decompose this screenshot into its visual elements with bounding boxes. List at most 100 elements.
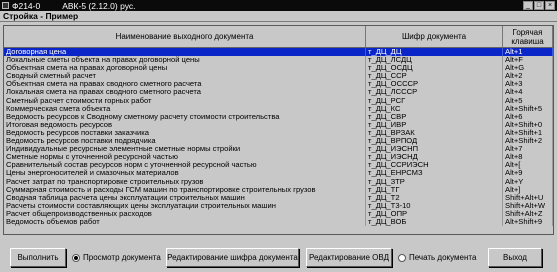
document-name-cell: Расчет затрат по транспортировке строите… [4, 177, 366, 186]
document-code-cell: т_ДЦ_РСГ [366, 96, 503, 105]
document-name-cell: Ведомость ресурсов поставки заказчика [4, 128, 366, 138]
document-name-cell: Локальная смета на правах сводного сметн… [4, 88, 366, 97]
close-icon[interactable]: × [545, 1, 555, 10]
document-code-cell: т_ДЦ_ВРЗАК [366, 128, 503, 138]
table-row[interactable]: Ведомость ресурсов поставки подрядчика т_… [4, 137, 553, 146]
document-name-cell: Цены энергоносителей и смазочных материа… [4, 169, 366, 178]
table-row[interactable]: Объектная смета на правах договорной цен… [4, 64, 553, 73]
hotkey-cell: Alt+4 [503, 88, 553, 97]
table-row[interactable]: Ведомость ресурсов поставки заказчика т_Д… [4, 128, 553, 138]
hotkey-cell: Alt+Shift+5 [503, 104, 553, 113]
maximize-icon[interactable]: □ [534, 1, 544, 10]
radio-checked-icon [72, 253, 80, 262]
hotkey-cell: Alt+Shift+2 [503, 137, 553, 146]
hotkey-cell: Alt+8 [503, 153, 553, 162]
table-row[interactable]: Коммерческая смета объекта т_ДЦ_КС Alt+Shi… [4, 104, 553, 113]
table-row[interactable]: Итоговая ведомость ресурсов т_ДЦ_ИВР Alt+S… [4, 120, 553, 129]
document-code-cell: т_ДЦ_ССРИЭСН [366, 161, 503, 170]
window-menu-icon[interactable] [2, 2, 9, 9]
print-document-radio[interactable]: Печать документа [398, 248, 476, 267]
hotkey-cell: Alt+9 [503, 169, 553, 178]
action-bar: Выполнить Просмотр документа Редактирова… [0, 244, 557, 270]
table-header: Наименование выходного документа Шифр до… [4, 26, 553, 48]
hotkey-cell: Alt+G [503, 64, 553, 73]
table-row[interactable]: Сводный сметный расчет т_ДЦ_ССР Alt+2 [4, 72, 553, 81]
table-row[interactable]: Индивидуальные ресурсные элементные смет… [4, 145, 553, 154]
document-code-cell: т_ДЦ_СВР [366, 112, 503, 121]
hotkey-cell: Alt+Shift+9 [503, 217, 553, 227]
hotkey-cell: Alt+1 [503, 48, 553, 57]
table-row[interactable]: Расчет общепроизводственных расходов т_ДЦ… [4, 209, 553, 218]
document-code-cell: т_ДЦ_ОПР [366, 209, 503, 218]
table-row[interactable]: Цены энергоносителей и смазочных материа… [4, 169, 553, 178]
document-name-cell: Сметный расчет стоимости горных работ [4, 96, 366, 105]
document-name-cell: Сводная таблица расчета цены эксплуатаци… [4, 193, 366, 202]
hotkey-cell: Shift+Alt+W [503, 201, 553, 210]
app-code: Ф214-0 [12, 0, 41, 11]
exit-button[interactable]: Выход [488, 248, 542, 267]
table-row[interactable]: Ведомость ресурсов к Сводному сметному р… [4, 112, 553, 121]
hotkey-cell: Alt+] [503, 185, 553, 194]
column-header-code[interactable]: Шифр документа [366, 26, 503, 47]
hotkey-cell: Alt+F [503, 56, 553, 65]
document-code-cell: т_ДЦ_ЗТР [366, 177, 503, 186]
hotkey-cell: Alt+6 [503, 112, 553, 121]
edit-code-button[interactable]: Редактирование шифра документа [166, 248, 299, 267]
document-name-cell: Расчет общепроизводственных расходов [4, 209, 366, 218]
document-name-cell: Сметные нормы с уточненной ресурсной час… [4, 153, 366, 162]
hotkey-cell: Shift+Alt+Z [503, 209, 553, 218]
table-row[interactable]: Сравнительный состав ресурсов норм с уто… [4, 161, 553, 170]
hotkey-cell: Alt+[ [503, 161, 553, 170]
table-row[interactable]: Локальная смета на правах сводного сметн… [4, 88, 553, 97]
view-document-radio[interactable]: Просмотр документа [72, 248, 161, 267]
minimize-icon[interactable]: _ [523, 1, 533, 10]
table-row[interactable]: Суммарная стоимость и расходы ГСМ машин … [4, 185, 553, 194]
document-code-cell: т_ДЦ_ЛСССР [366, 88, 503, 97]
table-row[interactable]: Сметный расчет стоимости горных работ т_Д… [4, 96, 553, 105]
document-name-cell: Сводный сметный расчет [4, 72, 366, 81]
document-name-cell: Объектная смета на правах договорной цен… [4, 64, 366, 73]
table-row[interactable]: Расчеты стоимости составляющих цены эксп… [4, 201, 553, 210]
document-code-cell: т_ДЦ_ССР [366, 72, 503, 81]
document-name-cell: Ведомость ресурсов поставки подрядчика [4, 137, 366, 146]
document-name-cell: Индивидуальные ресурсные элементные смет… [4, 145, 366, 154]
hotkey-cell: Alt+5 [503, 96, 553, 105]
document-name-cell: Коммерческая смета объекта [4, 104, 366, 113]
table-row[interactable]: Локальные сметы объекта на правах догово… [4, 56, 553, 65]
document-name-cell: Ведомость объемов работ [4, 217, 366, 227]
document-name-cell: Итоговая ведомость ресурсов [4, 120, 366, 129]
document-code-cell: т_ДЦ_КС [366, 104, 503, 113]
table-body: Договорная цена т_ДЦ_ДЦ Alt+1 Локальные сме… [4, 48, 553, 227]
document-code-cell: т_ДЦ_Т3-10 [366, 201, 503, 210]
document-code-cell: т_ДЦ_ИЭСНД [366, 153, 503, 162]
document-code-cell: т_ДЦ_ТГ [366, 185, 503, 194]
document-code-cell: т_ДЦ_ИЭСНП [366, 145, 503, 154]
table-row[interactable]: Объектная смета на правах сводного сметн… [4, 80, 553, 89]
column-header-name[interactable]: Наименование выходного документа [4, 26, 366, 47]
app-name: АВК-5 (2.12.0) рус. [62, 0, 136, 11]
documents-table: Наименование выходного документа Шифр до… [3, 25, 554, 235]
document-name-cell: Локальные сметы объекта на правах догово… [4, 56, 366, 65]
table-row[interactable]: Сметные нормы с уточненной ресурсной час… [4, 153, 553, 162]
document-name-cell: Расчеты стоимости составляющих цены эксп… [4, 201, 366, 210]
hotkey-cell: Alt+Shift+0 [503, 120, 553, 129]
table-row[interactable]: Расчет затрат по транспортировке строите… [4, 177, 553, 186]
hotkey-cell: Alt+7 [503, 145, 553, 154]
hotkey-cell: Alt+Shift+1 [503, 128, 553, 138]
table-row[interactable]: Сводная таблица расчета цены эксплуатаци… [4, 193, 553, 202]
column-header-hotkey[interactable]: Горячая клавиша [503, 26, 553, 47]
main-panel: Наименование выходного документа Шифр до… [0, 22, 557, 272]
document-code-cell: т_ДЦ_ДЦ [366, 48, 503, 57]
table-row[interactable]: Ведомость объемов работ т_ДЦ_ВОБ Alt+Shift… [4, 217, 553, 227]
execute-button[interactable]: Выполнить [10, 248, 66, 267]
document-code-cell: т_ДЦ_Т2 [366, 193, 503, 202]
document-name-cell: Объектная смета на правах сводного сметн… [4, 80, 366, 89]
window-controls: _ □ × [523, 1, 557, 10]
page-title: Стройка - Пример [0, 11, 557, 22]
document-name-cell: Ведомость ресурсов к Сводному сметному р… [4, 112, 366, 121]
edit-ovd-button[interactable]: Редактирование ОВД [306, 248, 392, 267]
hotkey-cell: Alt+Y [503, 177, 553, 186]
document-code-cell: т_ДЦ_ВОБ [366, 217, 503, 227]
table-row[interactable]: Договорная цена т_ДЦ_ДЦ Alt+1 [4, 48, 553, 57]
hotkey-cell: Alt+3 [503, 80, 553, 89]
